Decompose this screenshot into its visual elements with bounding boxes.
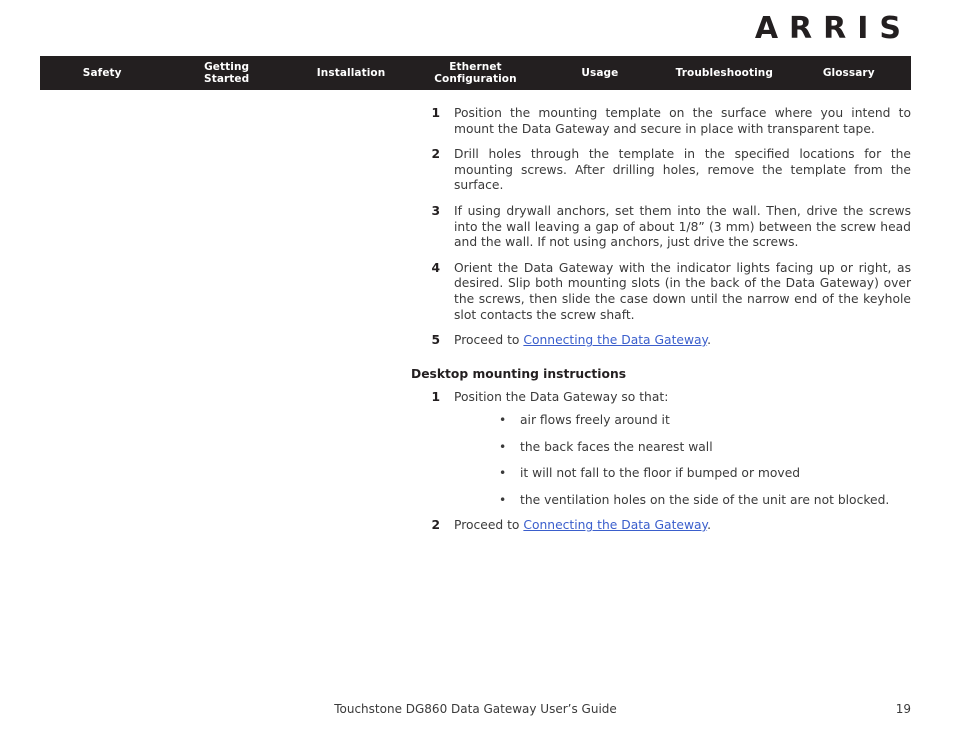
step-text: If using drywall anchors, set them into …: [454, 203, 911, 250]
step-text: Proceed to Connecting the Data Gateway.: [454, 518, 711, 532]
connecting-the-data-gateway-link[interactable]: Connecting the Data Gateway: [523, 518, 707, 532]
step-text: Orient the Data Gateway with the indicat…: [454, 260, 911, 322]
connecting-the-data-gateway-link[interactable]: Connecting the Data Gateway: [523, 333, 707, 347]
step-text-suffix: .: [707, 518, 711, 533]
list-item: 1 Position the Data Gateway so that: • a…: [411, 390, 911, 508]
bullet-icon: •: [499, 412, 507, 427]
desktop-mounting-steps-list: 1 Position the Data Gateway so that: • a…: [411, 390, 911, 534]
step-text: Position the Data Gateway so that:: [454, 390, 669, 405]
step-number: 5: [431, 333, 440, 348]
list-item: • it will not fall to the floor if bumpe…: [454, 466, 911, 482]
list-item: 2 Proceed to Connecting the Data Gateway…: [411, 518, 911, 534]
bullet-icon: •: [499, 492, 507, 507]
desktop-conditions-list: • air flows freely around it • the back …: [454, 413, 911, 508]
list-item: • air flows freely around it: [454, 413, 911, 429]
list-item: 3 If using drywall anchors, set them int…: [411, 204, 911, 251]
main-navigation-bar: Safety Getting Started Installation Ethe…: [40, 56, 911, 90]
list-item: • the ventilation holes on the side of t…: [454, 493, 911, 509]
list-item: 1 Position the mounting template on the …: [411, 106, 911, 137]
list-item: • the back faces the nearest wall: [454, 440, 911, 456]
desktop-mounting-heading: Desktop mounting instructions: [411, 366, 627, 381]
footer-document-title: Touchstone DG860 Data Gateway User’s Gui…: [334, 702, 617, 716]
wall-mounting-steps-list: 1 Position the mounting template on the …: [411, 106, 911, 349]
nav-item-troubleshooting[interactable]: Troubleshooting: [662, 67, 786, 80]
step-text-prefix: Proceed to: [454, 518, 524, 533]
step-text: Drill holes through the template in the …: [454, 147, 911, 193]
bullet-icon: •: [499, 439, 507, 454]
step-text-prefix: Proceed to: [454, 333, 524, 348]
list-item: 2 Drill holes through the template in th…: [411, 147, 911, 194]
step-number: 3: [431, 203, 440, 218]
list-item: 5 Proceed to Connecting the Data Gateway…: [411, 333, 911, 349]
step-number: 2: [431, 147, 440, 162]
arris-logo: ARRIS: [754, 11, 912, 46]
step-number: 1: [431, 390, 440, 405]
step-text: Position the mounting template on the su…: [454, 106, 911, 136]
bullet-icon: •: [499, 466, 507, 481]
footer-page-number: 19: [895, 702, 911, 716]
step-number: 2: [431, 518, 440, 533]
list-item: 4 Orient the Data Gateway with the indic…: [411, 261, 911, 323]
bullet-text: the back faces the nearest wall: [520, 439, 713, 454]
page-footer: Touchstone DG860 Data Gateway User’s Gui…: [40, 701, 911, 717]
step-number: 1: [431, 106, 440, 120]
nav-item-safety[interactable]: Safety: [40, 67, 164, 80]
step-text-suffix: .: [707, 333, 711, 348]
nav-item-getting-started[interactable]: Getting Started: [164, 61, 288, 86]
page-content: 1 Position the mounting template on the …: [411, 106, 911, 534]
step-number: 4: [431, 260, 440, 275]
bullet-text: it will not fall to the floor if bumped …: [520, 466, 801, 481]
nav-item-glossary[interactable]: Glossary: [787, 67, 911, 80]
nav-item-ethernet-configuration[interactable]: Ethernet Configuration: [413, 61, 537, 86]
nav-item-usage[interactable]: Usage: [538, 67, 662, 80]
bullet-text: air flows freely around it: [520, 412, 670, 427]
step-text: Proceed to Connecting the Data Gateway.: [454, 333, 711, 347]
nav-item-installation[interactable]: Installation: [289, 67, 413, 80]
bullet-text: the ventilation holes on the side of the…: [520, 492, 890, 507]
